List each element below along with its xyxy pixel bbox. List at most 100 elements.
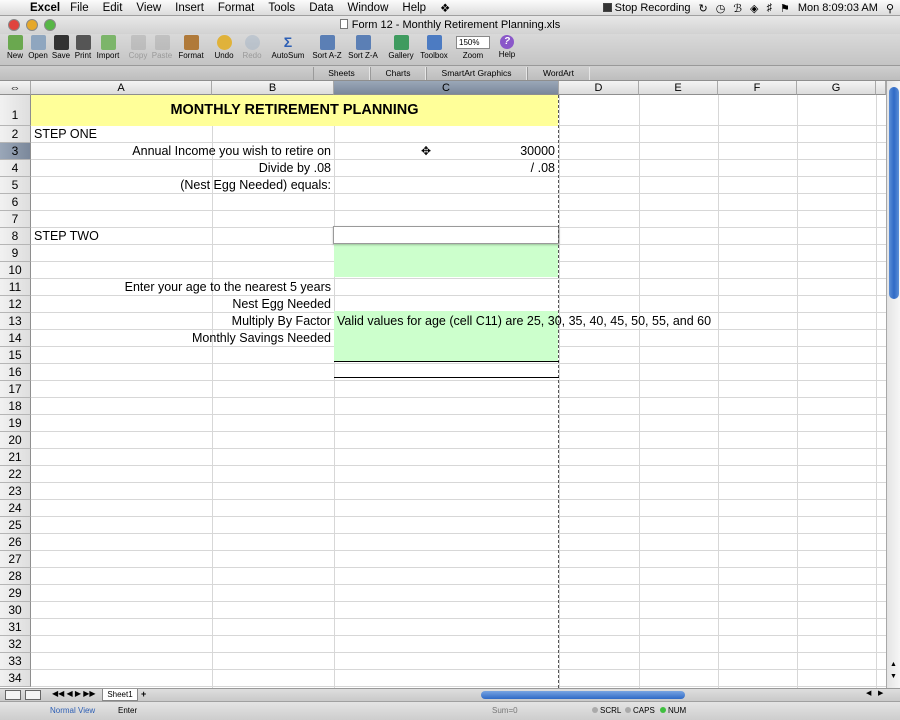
row-header-9[interactable]: 9 [0,245,31,262]
column-header-b[interactable]: B [212,81,334,95]
cell-c3[interactable]: 30000 [334,143,558,160]
cell-a14[interactable]: Monthly Savings Needed [31,330,334,347]
row-header-26[interactable]: 26 [0,534,31,551]
menu-file[interactable]: File [70,2,89,14]
app-menu[interactable]: Excel [30,2,60,14]
menu-clock[interactable]: Mon 8:09:03 AM [798,2,878,14]
horizontal-scroll-thumb[interactable] [481,691,685,699]
minimize-window-button[interactable] [26,19,38,31]
page-layout-view-icon[interactable] [25,690,41,700]
sheet-title-cell[interactable]: MONTHLY RETIREMENT PLANNING [31,95,558,126]
sort-a-z-button[interactable]: Sort A-Z [309,35,345,60]
column-header-f[interactable]: F [718,81,797,95]
row-header-34[interactable]: 34 [0,670,31,687]
cell-a13[interactable]: Multiply By Factor [31,313,334,330]
row-header-2[interactable]: 2 [0,126,31,143]
row-header-4[interactable]: 4 [0,160,31,177]
stop-recording-button[interactable]: Stop Recording [602,2,691,14]
vertical-scrollbar[interactable]: ▲ ▼ [886,81,900,688]
format-painter-button[interactable]: Format [176,35,206,60]
tab-charts[interactable]: Charts [370,67,426,80]
time-machine-icon[interactable]: ◷ [716,2,726,15]
row-header-19[interactable]: 19 [0,415,31,432]
spotlight-search-icon[interactable]: ⚲ [886,2,894,15]
cell-c4[interactable]: / .08 [334,160,558,177]
cell-c13[interactable]: Valid values for age (cell C11) are 25, … [334,313,714,330]
help-button[interactable]: ? Help [496,35,518,59]
worksheet-grid[interactable]: ⇔ A B C D E F G MONTHLY RETIREMENT PLANN… [0,81,886,688]
open-button[interactable]: Open [27,35,49,60]
row-header-29[interactable]: 29 [0,585,31,602]
menu-edit[interactable]: Edit [103,2,123,14]
wifi-icon[interactable]: ◈ [750,2,758,15]
print-button[interactable]: Print [72,35,94,60]
menu-window[interactable]: Window [347,2,388,14]
redo-button[interactable]: Redo [240,35,264,60]
row-header-12[interactable]: 12 [0,296,31,313]
scroll-right-arrow-icon[interactable]: ▶ [878,689,883,697]
row-header-21[interactable]: 21 [0,449,31,466]
sheet-tab-sheet1[interactable]: Sheet1 [102,689,138,701]
row-header-20[interactable]: 20 [0,432,31,449]
row-header-14[interactable]: 14 [0,330,31,347]
import-button[interactable]: Import [94,35,122,60]
row-header-3[interactable]: 3 [0,143,31,160]
select-all-corner[interactable]: ⇔ [0,81,31,95]
save-button[interactable]: Save [50,35,72,60]
copy-button[interactable]: Copy [127,35,149,60]
row-header-18[interactable]: 18 [0,398,31,415]
cell-a2[interactable]: STEP ONE [31,126,100,143]
sync-icon[interactable]: ↻ [699,2,708,15]
column-header-c[interactable]: C [334,81,559,95]
row-header-32[interactable]: 32 [0,636,31,653]
column-header-g[interactable]: G [797,81,876,95]
row-header-1[interactable]: 1 [0,95,31,126]
column-header-d[interactable]: D [559,81,639,95]
flag-icon[interactable]: ⚑ [780,2,790,15]
sheet-nav-arrows-icon[interactable]: ◀◀ ◀ ▶ ▶▶ [52,689,96,698]
column-header-a[interactable]: A [31,81,212,95]
row-header-22[interactable]: 22 [0,466,31,483]
row-header-33[interactable]: 33 [0,653,31,670]
zoom-control[interactable]: 150% Zoom [453,35,493,60]
row-header-8[interactable]: 8 [0,228,31,245]
column-header-h[interactable] [876,81,886,95]
row-header-15[interactable]: 15 [0,347,31,364]
tab-sheets[interactable]: Sheets [313,67,370,80]
row-header-25[interactable]: 25 [0,517,31,534]
tab-wordart[interactable]: WordArt [527,67,590,80]
row-header-27[interactable]: 27 [0,551,31,568]
tab-smartart-graphics[interactable]: SmartArt Graphics [426,67,527,80]
cell-a8[interactable]: STEP TWO [31,228,102,245]
cell-a12[interactable]: Nest Egg Needed [31,296,334,313]
row-header-10[interactable]: 10 [0,262,31,279]
volume-icon[interactable]: ♯ [766,2,772,14]
menu-insert[interactable]: Insert [175,2,204,14]
undo-button[interactable]: Undo [211,35,237,60]
menu-tools[interactable]: Tools [268,2,295,14]
cell-a4[interactable]: Divide by .08 [31,160,334,177]
row-header-24[interactable]: 24 [0,500,31,517]
autosum-button[interactable]: Σ AutoSum [270,35,306,61]
gallery-button[interactable]: Gallery [386,35,416,60]
menu-data[interactable]: Data [309,2,333,14]
add-sheet-icon[interactable]: + [141,689,146,699]
row-header-5[interactable]: 5 [0,177,31,194]
normal-view-icon[interactable] [5,690,21,700]
scroll-up-arrow-icon[interactable]: ▲ [890,661,897,668]
sort-z-a-button[interactable]: Sort Z-A [345,35,381,60]
scroll-left-arrow-icon[interactable]: ◀ [866,689,871,697]
row-header-6[interactable]: 6 [0,194,31,211]
active-cell-c3[interactable] [333,226,559,244]
cell-a11[interactable]: Enter your age to the nearest 5 years [31,279,334,296]
script-menu-icon[interactable]: ❖ [440,1,450,15]
close-window-button[interactable] [8,19,20,31]
row-header-28[interactable]: 28 [0,568,31,585]
cell-a3[interactable]: Annual Income you wish to retire on [31,143,334,160]
scroll-down-arrow-icon[interactable]: ▼ [890,673,897,680]
toolbox-button[interactable]: Toolbox [418,35,450,60]
zoom-select[interactable]: 150% [456,36,490,49]
bluetooth-icon[interactable]: ℬ [733,2,742,15]
cell-a5[interactable]: (Nest Egg Needed) equals: [31,177,334,194]
vertical-scroll-thumb[interactable] [889,87,899,299]
